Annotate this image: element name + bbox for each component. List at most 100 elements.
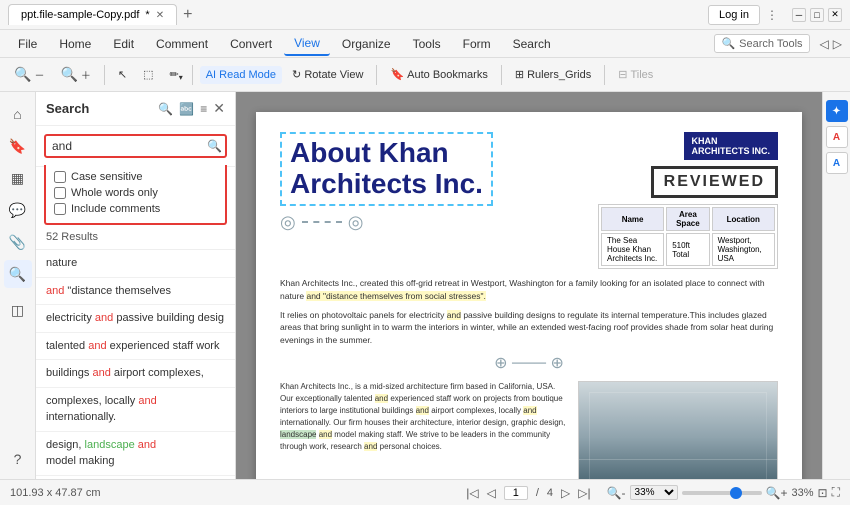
sidebar-home-icon[interactable]: ⌂ <box>4 100 32 128</box>
search-format-icon[interactable]: 🔤 <box>179 102 194 116</box>
rulers-grids-button[interactable]: ⊞ Rulers_Grids <box>509 65 597 84</box>
zoom-in-button[interactable]: 🔍 ＋ <box>54 63 96 86</box>
menu-organize[interactable]: Organize <box>332 33 401 55</box>
main-layout: ⌂ 🔖 ▦ 💬 📎 🔍 ◫ ? Search 🔍 🔤 ≡ ✕ 🔍 <box>0 92 850 479</box>
search-results-list[interactable]: nature and "distance themselves electric… <box>36 250 235 479</box>
search-results-header: 52 Results <box>36 225 235 250</box>
fullscreen-button[interactable]: ⛶ <box>832 485 840 500</box>
search-list-icon[interactable]: ≡ <box>200 102 207 116</box>
menu-file[interactable]: File <box>8 33 47 55</box>
separator-2 <box>192 65 193 85</box>
menu-convert[interactable]: Convert <box>220 33 282 55</box>
result-item[interactable]: complexes, locally andinternationally. <box>36 388 235 432</box>
search-input-wrapper: 🔍 <box>44 134 227 158</box>
menu-protect[interactable]: Search <box>503 33 561 55</box>
table-value-location: Westport,Washington, USA <box>712 233 775 266</box>
close-button[interactable]: ✕ <box>828 8 842 22</box>
result-item[interactable]: buildings and airport complexes, <box>36 360 235 388</box>
next-page-button[interactable]: ▷ <box>561 486 570 500</box>
building-grid <box>589 392 767 479</box>
separator-3 <box>376 65 377 85</box>
circle-dashes-icon: ◎ <box>280 212 296 233</box>
zoom-out-icon: 🔍 <box>14 66 31 83</box>
search-submit-button[interactable]: 🔍 <box>207 139 222 153</box>
tiles-icon: ⊟ <box>618 68 627 81</box>
prev-page-button[interactable]: ◁ <box>487 486 496 500</box>
search-close-button[interactable]: ✕ <box>213 100 225 117</box>
cursor-button[interactable]: ↖ <box>112 65 133 84</box>
pdf-title-block: About KhanArchitects Inc. ◎ ◎ <box>280 132 493 233</box>
reviewed-stamp: REVIEWED <box>651 166 778 198</box>
menu-comment[interactable]: Comment <box>146 33 218 55</box>
include-comments-checkbox[interactable] <box>54 203 66 215</box>
menu-view[interactable]: View <box>284 32 330 56</box>
sidebar-attachment-icon[interactable]: 📎 <box>4 228 32 256</box>
tab-close-button[interactable]: ✕ <box>156 10 164 21</box>
right-tool-ai2[interactable]: A <box>826 126 848 148</box>
right-tool-ai1[interactable]: ✦ <box>826 100 848 122</box>
pencil-button[interactable]: ✏▾ <box>164 65 185 84</box>
table-value-area: 510ft Total <box>666 233 709 266</box>
forward-arrow[interactable]: ▷ <box>833 37 842 51</box>
search-text-icon[interactable]: 🔍 <box>158 102 173 116</box>
whole-words-checkbox[interactable] <box>54 187 66 199</box>
case-sensitive-checkbox[interactable] <box>54 171 66 183</box>
pdf-building-image <box>578 381 778 479</box>
right-tool-ai3[interactable]: A <box>826 152 848 174</box>
first-page-button[interactable]: |◁ <box>466 486 478 500</box>
result-item[interactable]: and "distance themselves <box>36 278 235 306</box>
auto-bookmarks-button[interactable]: 🔖 Auto Bookmarks <box>384 65 493 84</box>
pdf-info-table: Name Area Space Location The Sea House K… <box>598 204 778 269</box>
sidebar-search-icon[interactable]: 🔍 <box>4 260 32 288</box>
new-tab-button[interactable]: + <box>177 6 198 24</box>
sidebar-comment-icon[interactable]: 💬 <box>4 196 32 224</box>
maximize-button[interactable]: □ <box>810 8 824 22</box>
last-page-button[interactable]: ▷| <box>578 486 590 500</box>
result-item[interactable]: nature <box>36 250 235 278</box>
result-item[interactable]: design, landscape andmodel making <box>36 432 235 476</box>
sidebar-layers-icon[interactable]: ◫ <box>4 296 32 324</box>
minimize-button[interactable]: ─ <box>792 8 806 22</box>
back-arrow[interactable]: ◁ <box>820 37 829 51</box>
result-item[interactable]: electricity and passive building desig <box>36 305 235 333</box>
search-input-area: 🔍 <box>36 126 235 167</box>
pdf-divider-row: ⊕ ─── ⊕ <box>280 353 778 373</box>
page-number-input[interactable] <box>504 486 528 500</box>
tab-modified: * <box>145 9 149 21</box>
menu-home[interactable]: Home <box>49 33 101 55</box>
tiles-button[interactable]: ⊟ Tiles <box>612 65 659 84</box>
zoom-in-status[interactable]: 🔍+ <box>766 486 788 500</box>
zoom-out-status[interactable]: 🔍- <box>607 486 626 500</box>
rotate-view-button[interactable]: ↻ Rotate View <box>286 65 369 84</box>
result-item[interactable]: landscape andmodel making staff. <box>36 476 235 480</box>
fit-page-button[interactable]: ⊡ <box>818 486 828 500</box>
page-dimensions: 101.93 x 47.87 cm <box>10 487 101 499</box>
ai-read-mode-button[interactable]: AI Read Mode <box>200 66 282 84</box>
marquee-button[interactable]: ⬚ <box>137 65 159 84</box>
menu-form[interactable]: Form <box>453 33 501 55</box>
case-sensitive-label: Case sensitive <box>71 171 143 183</box>
zoom-level: 33% <box>792 487 814 499</box>
zoom-slider[interactable] <box>682 491 762 495</box>
search-input[interactable] <box>52 139 207 153</box>
zoom-minus: － <box>34 67 44 82</box>
zoom-out-button[interactable]: 🔍 － <box>8 63 50 86</box>
sidebar-bookmark-icon[interactable]: 🔖 <box>4 132 32 160</box>
sidebar-pages-icon[interactable]: ▦ <box>4 164 32 192</box>
more-options-icon[interactable]: ⋮ <box>766 8 778 22</box>
active-tab[interactable]: ppt.file-sample-Copy.pdf * ✕ <box>8 4 177 25</box>
result-item[interactable]: talented and experienced staff work <box>36 333 235 361</box>
zoom-dropdown[interactable]: 33% 50% 75% 100% <box>630 485 678 500</box>
search-tools-input[interactable]: 🔍 Search Tools <box>714 34 809 53</box>
menu-tools[interactable]: Tools <box>403 33 451 55</box>
menu-edit[interactable]: Edit <box>103 33 144 55</box>
sidebar-help-icon[interactable]: ? <box>4 445 32 473</box>
zoom-thumb[interactable] <box>730 487 742 499</box>
toolbar: 🔍 － 🔍 ＋ ↖ ⬚ ✏▾ AI Read Mode ↻ Rotate Vie… <box>0 58 850 92</box>
case-sensitive-option[interactable]: Case sensitive <box>54 169 217 185</box>
whole-words-option[interactable]: Whole words only <box>54 185 217 201</box>
pdf-area[interactable]: About KhanArchitects Inc. ◎ ◎ KHAN ARCHI… <box>236 92 822 479</box>
login-button[interactable]: Log in <box>708 5 760 25</box>
titlebar-tabs: ppt.file-sample-Copy.pdf * ✕ + <box>8 4 708 25</box>
include-comments-option[interactable]: Include comments <box>54 201 217 217</box>
